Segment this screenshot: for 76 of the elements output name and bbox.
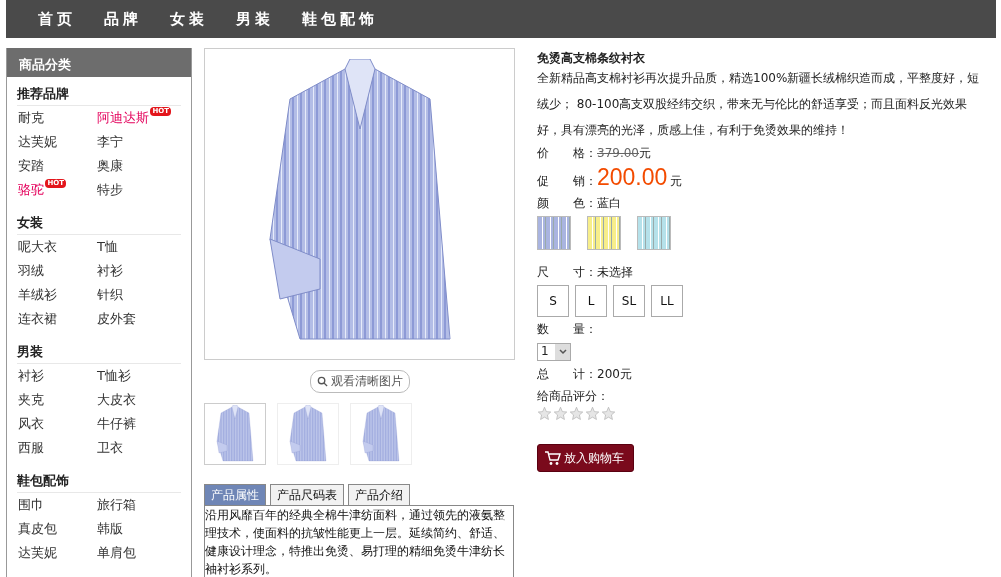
rating-stars[interactable] — [537, 406, 616, 421]
promo-unit: 元 — [670, 173, 683, 190]
category-link[interactable]: 真皮包 — [18, 517, 57, 541]
category-link[interactable]: 牛仔裤 — [97, 412, 136, 436]
thumbnail[interactable] — [204, 403, 266, 465]
shirt-photo — [288, 405, 328, 463]
search-icon — [316, 376, 328, 387]
category-link[interactable]: 达芙妮 — [18, 130, 57, 154]
nav-link[interactable]: 品牌 — [104, 9, 142, 29]
category-link[interactable]: 大皮衣 — [97, 388, 136, 412]
color-label: 颜 色： — [537, 195, 597, 212]
category-heading: 鞋包配饰 — [17, 472, 181, 493]
size-option[interactable]: S — [537, 285, 569, 317]
category-link[interactable]: 单肩包 — [97, 541, 136, 565]
sidebar-title: 商品分类 — [7, 48, 191, 77]
category-heading: 女装 — [17, 214, 181, 235]
category-link[interactable]: 衬衫 — [97, 259, 123, 283]
category-link[interactable]: 奥康 — [97, 154, 123, 178]
color-swatch[interactable] — [537, 216, 571, 250]
color-swatch[interactable] — [587, 216, 621, 250]
product-attributes-text: 沿用风靡百年的经典全棉牛津纺面料，通过领先的液氨整理技术，使面料的抗皱性能更上一层。延续简约、舒适、健康设计理念，特推出免烫、易打理的精细免烫牛津纺长袖衬衫系列。 — [204, 505, 514, 577]
promo-price: 200.00 — [597, 164, 668, 191]
category-link[interactable]: T恤衫 — [97, 364, 131, 388]
size-option[interactable]: LL — [651, 285, 683, 317]
price-unit: 元 — [639, 145, 651, 162]
detail-tab[interactable]: 产品属性 — [204, 484, 266, 505]
detail-tab[interactable]: 产品尺码表 — [270, 484, 344, 505]
product-title: 免烫高支棉条纹衬衣 — [537, 50, 646, 67]
category-link[interactable]: 李宁 — [97, 130, 123, 154]
rating-label: 给商品评分： — [537, 388, 609, 405]
nav-link[interactable]: 鞋包配饰 — [302, 9, 378, 29]
category-link[interactable]: 羽绒 — [18, 259, 44, 283]
promo-label: 促 销： — [537, 173, 597, 190]
category-link[interactable]: 卫衣 — [97, 436, 123, 460]
view-large-image-link[interactable]: 观看清晰图片 — [309, 370, 410, 393]
cart-icon — [544, 450, 561, 466]
size-option[interactable]: L — [575, 285, 607, 317]
color-swatch[interactable] — [637, 216, 671, 250]
caret-icon — [555, 344, 570, 360]
quantity-label: 数 量： — [537, 321, 597, 338]
nav-link[interactable]: 女装 — [170, 9, 208, 29]
price-label: 价 格： — [537, 145, 597, 162]
category-heading: 推荐品牌 — [17, 85, 181, 106]
category-link[interactable]: 连衣裙 — [18, 307, 57, 331]
nav-link[interactable]: 首页 — [38, 9, 76, 29]
shirt-photo — [215, 405, 255, 463]
color-value: 蓝白 — [597, 195, 621, 212]
quantity-select[interactable]: 1 — [537, 343, 571, 361]
detail-tab[interactable]: 产品介绍 — [348, 484, 410, 505]
category-link[interactable]: 达芙妮 — [18, 541, 57, 565]
category-link[interactable]: 呢大衣 — [18, 235, 57, 259]
category-link[interactable]: 针织 — [97, 283, 123, 307]
nav-link[interactable]: 男装 — [236, 9, 274, 29]
original-price: 379.00 — [597, 146, 639, 160]
category-link[interactable]: 围巾 — [18, 493, 44, 517]
size-option[interactable]: SL — [613, 285, 645, 317]
size-label: 尺 寸： — [537, 264, 597, 281]
category-link[interactable]: 皮外套 — [97, 307, 136, 331]
total-value: 200元 — [597, 366, 632, 383]
category-link[interactable]: 风衣 — [18, 412, 44, 436]
category-link[interactable]: T恤 — [97, 235, 118, 259]
category-heading: 男装 — [17, 343, 181, 364]
category-link[interactable]: 韩版 — [97, 517, 123, 541]
add-to-cart-button[interactable]: 放入购物车 — [537, 444, 634, 472]
total-label: 总 计： — [537, 366, 597, 383]
category-link[interactable]: 特步 — [97, 178, 123, 202]
category-link[interactable]: 耐克 — [18, 106, 44, 130]
category-link[interactable]: 羊绒衫 — [18, 283, 57, 307]
category-link[interactable]: 旅行箱 — [97, 493, 136, 517]
category-link[interactable]: 安踏 — [18, 154, 44, 178]
category-link[interactable]: 衬衫 — [18, 364, 44, 388]
category-link[interactable]: 西服 — [18, 436, 44, 460]
category-link[interactable]: 夹克 — [18, 388, 44, 412]
size-value: 未选择 — [597, 264, 633, 281]
shirt-photo — [361, 405, 401, 463]
product-description: 全新精品高支棉衬衫再次提升品质，精选100%新疆长绒棉织造而成，平整度好，短绒少； 80-100高支双股经纬交织，带来无与伦比的舒适享受；而且面料反光效果好，具有漂亮的光泽，质感上佳，有利于免烫效果的维持！ — [537, 70, 981, 139]
